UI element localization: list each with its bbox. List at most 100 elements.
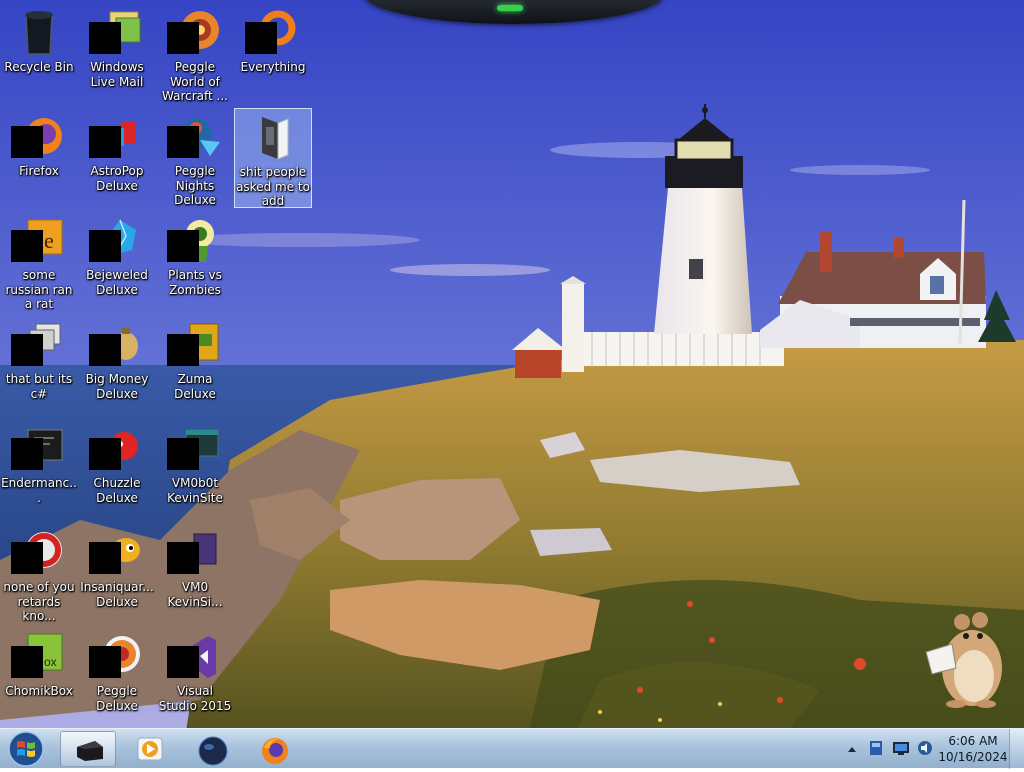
money-bag-icon	[89, 320, 142, 370]
desktop-icon-chuzzle[interactable]: Chuzzle Deluxe	[78, 420, 156, 520]
desktop-icon-vm0b0t-kevinsite[interactable]: VM0b0t KevinSite	[156, 420, 234, 520]
taskbar-button-globe-app[interactable]	[184, 731, 240, 767]
hamster-gadget[interactable]	[922, 604, 1006, 708]
desktop-icon-endermanc[interactable]: Endermanc...	[0, 420, 78, 520]
show-hidden-icons-button[interactable]	[846, 741, 858, 760]
fish-icon	[89, 528, 142, 578]
tray-icon-volume[interactable]	[916, 739, 934, 761]
peggle-nights-icon	[167, 112, 220, 162]
redacted-box	[11, 646, 43, 678]
tray-icon-network-drive[interactable]	[868, 739, 884, 761]
redacted-box	[89, 126, 121, 158]
redacted-box	[89, 542, 121, 574]
desktop-icon-big-money[interactable]: Big Money Deluxe	[78, 316, 156, 416]
media-player-icon	[137, 737, 163, 761]
firefox-icon	[11, 112, 64, 162]
redacted-box	[89, 22, 121, 54]
desktop-icon-everything[interactable]: Everything	[234, 4, 312, 104]
peggle-icon	[89, 632, 142, 682]
firefox-icon	[262, 738, 288, 764]
desktop-icon-label: shit people asked me to add	[236, 165, 310, 208]
desktop-icon-label: Peggle World of Warcraft ...	[162, 60, 228, 103]
redacted-box	[167, 438, 199, 470]
window-icon	[77, 741, 103, 761]
opera-icon	[11, 528, 64, 578]
monitor-icon	[893, 742, 909, 755]
redacted-box	[167, 22, 199, 54]
desktop-icon-recycle-bin[interactable]: Recycle Bin	[0, 4, 78, 104]
desktop-icon-label: Visual Studio 2015	[158, 684, 232, 713]
desktop-icon-bejeweled[interactable]: Bejeweled Deluxe	[78, 212, 156, 312]
desktop-icon-vm0-kevinsite[interactable]: VM0 KevinSi...	[156, 524, 234, 624]
desktop-icon-label: Peggle Deluxe	[96, 684, 138, 713]
desktop-icon-label: ChomikBox	[5, 684, 73, 698]
desktop-icon-label: Everything	[240, 60, 306, 74]
desktop-icon-windows-live-mail[interactable]: Windows Live Mail	[78, 4, 156, 104]
taskbar-button-media-player[interactable]	[122, 731, 178, 767]
desktop-icon-label: some russian ran a rat	[5, 268, 73, 311]
desktop-icon-label: Peggle Nights Deluxe	[174, 164, 216, 207]
astropop-icon	[89, 112, 142, 162]
tray-icon-monitor[interactable]	[892, 739, 910, 761]
desktop-icon-label: Plants vs Zombies	[168, 268, 222, 297]
desktop-icon-astropop[interactable]: AstroPop Deluxe	[78, 108, 156, 208]
desktop-icon-label: Big Money Deluxe	[85, 372, 149, 401]
redacted-box	[11, 126, 43, 158]
start-button[interactable]	[4, 730, 48, 768]
desktop-icon-plants-vs-zombies[interactable]: Plants vs Zombies	[156, 212, 234, 312]
redacted-box	[11, 542, 43, 574]
globe-icon	[198, 736, 228, 766]
clock-time: 6:06 AM	[948, 734, 998, 748]
desktop-icon-area: Recycle Bin Windows Live Mail Peggle Wor…	[0, 0, 1024, 728]
clock-date: 10/16/2024	[938, 750, 1008, 764]
redacted-box	[89, 646, 121, 678]
redacted-box	[89, 334, 121, 366]
windows-logo-icon	[8, 731, 44, 767]
desktop-icon-peggle-wow[interactable]: Peggle World of Warcraft ...	[156, 4, 234, 104]
desktop-icon-chomikbox[interactable]: ox ChomikBox	[0, 628, 78, 728]
peggle-wow-icon	[167, 8, 220, 58]
redacted-box	[89, 438, 121, 470]
speaker-icon	[918, 741, 932, 755]
desktop-icon-peggle-deluxe[interactable]: Peggle Deluxe	[78, 628, 156, 728]
search-ring-icon	[245, 8, 298, 58]
desktop-icon-peggle-nights[interactable]: Peggle Nights Deluxe	[156, 108, 234, 208]
chomikbox-icon: ox	[11, 632, 64, 682]
desktop-icon-label: Windows Live Mail	[90, 60, 144, 89]
taskbar-button-explorer-window[interactable]	[60, 731, 116, 767]
network-drive-icon	[870, 741, 882, 755]
taskbar-clock[interactable]: 6:06 AM 10/16/2024	[938, 733, 1008, 765]
desktop-icon-insaniquarium[interactable]: Insaniquar... Deluxe	[78, 524, 156, 624]
desktop-icon-that-but-its-csharp[interactable]: that but its c#	[0, 316, 78, 416]
redacted-box	[167, 646, 199, 678]
redacted-box	[89, 230, 121, 262]
redacted-box	[167, 334, 199, 366]
taskbar-button-firefox[interactable]	[246, 731, 302, 767]
redacted-box	[11, 334, 43, 366]
desktop-icon-visual-studio-2015[interactable]: Visual Studio 2015	[156, 628, 234, 728]
desktop-icon-some-russian-ran-a-rat[interactable]: e some russian ran a rat	[0, 212, 78, 312]
desktop-icon-label: Firefox	[19, 164, 59, 178]
desktop-icon-label: that but its c#	[5, 372, 73, 401]
desktop-icon-none-of-you[interactable]: none of you retards kno...	[0, 524, 78, 624]
stacked-windows-icon	[11, 320, 64, 370]
show-desktop-button[interactable]	[1009, 729, 1024, 769]
vm-window-icon	[167, 424, 220, 474]
redacted-box	[167, 126, 199, 158]
chevron-up-icon	[848, 747, 856, 752]
vm-app-icon	[167, 528, 220, 578]
desktop-icon-label: Endermanc...	[1, 476, 77, 505]
desktop-icon-label: Recycle Bin	[4, 60, 74, 74]
desktop-icon-label: Chuzzle Deluxe	[93, 476, 141, 505]
desktop-icon-firefox[interactable]: Firefox	[0, 108, 78, 208]
plants-vs-zombies-icon	[167, 216, 220, 266]
svg-text:e: e	[44, 228, 54, 253]
desktop-icon-shit-people-asked-me-to-add[interactable]: shit people asked me to add	[234, 108, 312, 208]
desktop-icon-label: Insaniquar... Deluxe	[80, 580, 154, 609]
desktop-icon-zuma[interactable]: Zuma Deluxe	[156, 316, 234, 416]
hamster-icon	[925, 612, 1002, 708]
folder-icon	[248, 113, 298, 163]
desktop-icon-label: none of you retards kno...	[3, 580, 75, 623]
orange-app-icon: e	[11, 216, 64, 266]
desktop-icon-label: Bejeweled Deluxe	[86, 268, 148, 297]
